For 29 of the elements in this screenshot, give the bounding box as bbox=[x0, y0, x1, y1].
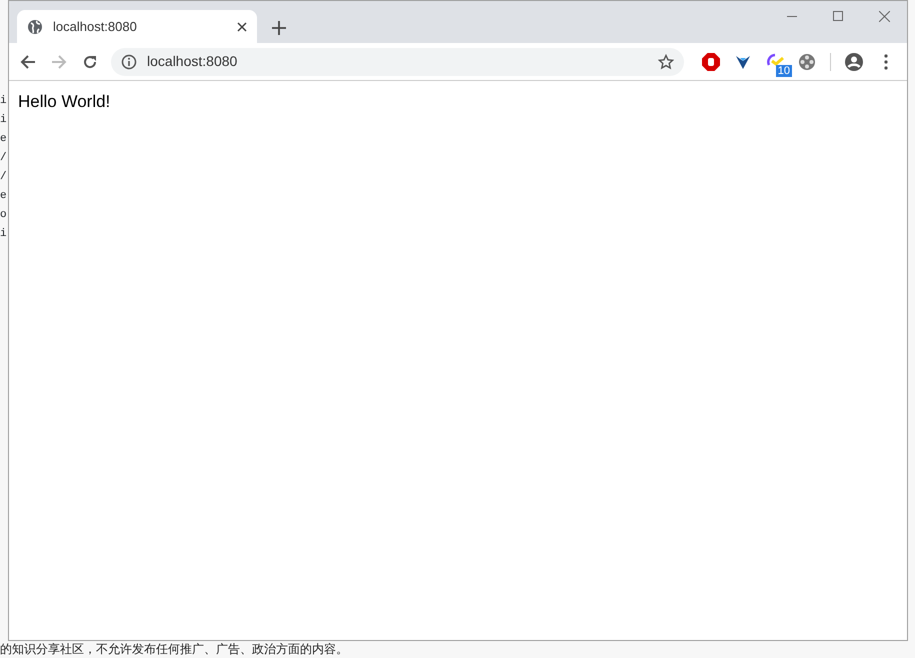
menu-icon bbox=[884, 54, 888, 70]
stop-hand-icon bbox=[702, 52, 720, 70]
close-icon[interactable] bbox=[237, 22, 247, 32]
forward-arrow-icon bbox=[51, 54, 67, 70]
person-icon bbox=[844, 52, 864, 72]
reload-icon bbox=[82, 54, 98, 70]
plus-icon bbox=[272, 21, 286, 36]
text-fragment: i bbox=[0, 94, 8, 109]
text-fragment: e bbox=[0, 132, 8, 147]
maximize-icon bbox=[833, 11, 843, 21]
film-reel-icon bbox=[798, 52, 816, 70]
text-fragment: / bbox=[0, 151, 8, 166]
text-fragment: i bbox=[0, 113, 8, 128]
globe-icon bbox=[27, 18, 43, 34]
address-field[interactable]: localhost:8080 bbox=[111, 48, 684, 76]
text-fragment: o bbox=[0, 208, 8, 223]
browser-tab[interactable]: localhost:8080 bbox=[17, 10, 257, 43]
star-icon[interactable] bbox=[658, 54, 674, 70]
v-shape-icon bbox=[735, 54, 752, 70]
close-icon bbox=[878, 10, 890, 22]
back-arrow-icon bbox=[20, 54, 36, 70]
text-fragment: / bbox=[0, 170, 8, 185]
calendar-extension-button[interactable]: 10 bbox=[760, 46, 790, 76]
community-notice: 的知识分享社区，不允许发布任何推广、广告、政治方面的内容。 bbox=[0, 642, 348, 656]
info-icon[interactable] bbox=[121, 54, 138, 70]
text-fragment: i bbox=[0, 227, 8, 242]
page-text: Hello World! bbox=[18, 91, 110, 113]
text-fragment: e bbox=[0, 189, 8, 204]
count-badge: 10 bbox=[776, 64, 792, 76]
